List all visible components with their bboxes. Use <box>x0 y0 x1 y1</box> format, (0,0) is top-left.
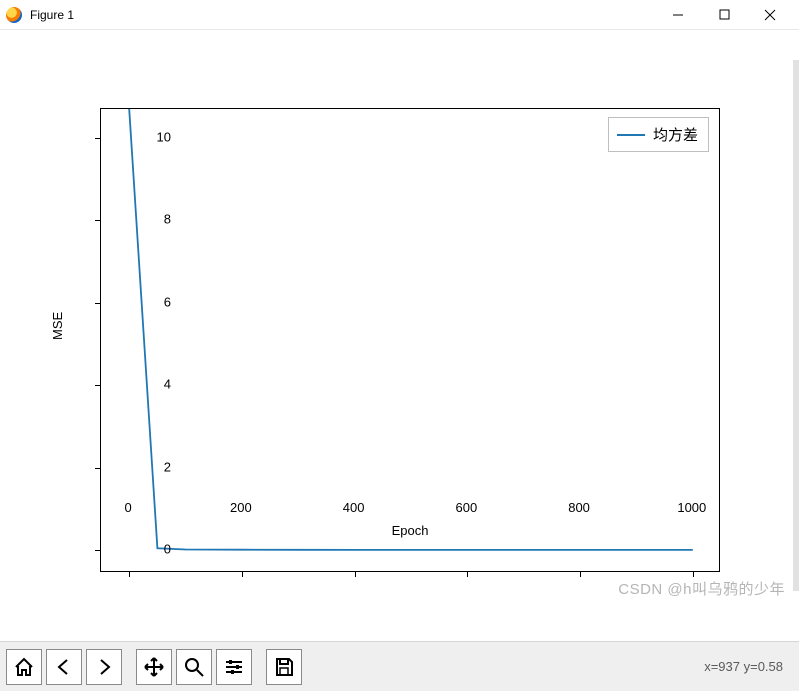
nav-toolbar: x=937 y=0.58 <box>0 641 799 691</box>
save-button[interactable] <box>266 649 302 685</box>
zoom-icon <box>183 656 205 678</box>
y-tick <box>95 220 101 221</box>
y-tick <box>95 385 101 386</box>
close-button[interactable] <box>747 0 793 30</box>
legend-label: 均方差 <box>653 124 698 145</box>
figure-canvas[interactable]: 均方差 MSE Epoch CSDN @h叫乌鸦的少年 0 2 4 6 8 10 0 200 4… <box>0 30 799 641</box>
configure-button[interactable] <box>216 649 252 685</box>
minimize-icon <box>672 9 684 21</box>
legend: 均方差 <box>608 117 709 152</box>
minimize-button[interactable] <box>655 0 701 30</box>
window-title: Figure 1 <box>30 8 74 22</box>
y-tick <box>95 138 101 139</box>
maximize-button[interactable] <box>701 0 747 30</box>
y-tick-label: 4 <box>164 377 171 392</box>
x-tick <box>467 571 468 577</box>
y-tick <box>95 468 101 469</box>
x-tick-label: 600 <box>456 500 478 515</box>
x-tick-label: 800 <box>568 500 590 515</box>
y-tick-label: 10 <box>157 129 171 144</box>
titlebar: Figure 1 <box>0 0 799 30</box>
x-tick-label: 1000 <box>677 500 706 515</box>
y-tick-label: 2 <box>164 459 171 474</box>
save-icon <box>273 656 295 678</box>
y-tick-label: 0 <box>164 542 171 557</box>
y-tick <box>95 303 101 304</box>
x-tick <box>693 571 694 577</box>
y-tick-label: 8 <box>164 212 171 227</box>
plot-axes: 均方差 <box>100 108 720 572</box>
zoom-button[interactable] <box>176 649 212 685</box>
watermark: CSDN @h叫乌鸦的少年 <box>618 578 785 599</box>
plot-svg <box>101 109 721 573</box>
data-line <box>129 109 693 550</box>
pan-button[interactable] <box>136 649 172 685</box>
x-tick-label: 200 <box>230 500 252 515</box>
home-button[interactable] <box>6 649 42 685</box>
x-axis-label: Epoch <box>100 523 720 538</box>
close-icon <box>764 9 776 21</box>
right-edge-shadow <box>793 60 799 591</box>
maximize-icon <box>719 9 730 20</box>
x-tick <box>129 571 130 577</box>
x-tick <box>580 571 581 577</box>
x-tick <box>355 571 356 577</box>
y-tick-label: 6 <box>164 294 171 309</box>
y-axis-label: MSE <box>50 312 65 340</box>
legend-swatch <box>617 134 645 136</box>
arrow-left-icon <box>53 656 75 678</box>
sliders-icon <box>223 656 245 678</box>
window-controls <box>655 0 793 30</box>
app-icon <box>6 7 22 23</box>
arrow-right-icon <box>93 656 115 678</box>
home-icon <box>13 656 35 678</box>
forward-button[interactable] <box>86 649 122 685</box>
y-tick <box>95 550 101 551</box>
x-tick-label: 0 <box>125 500 132 515</box>
x-tick-label: 400 <box>343 500 365 515</box>
back-button[interactable] <box>46 649 82 685</box>
coord-readout: x=937 y=0.58 <box>704 659 793 674</box>
x-tick <box>242 571 243 577</box>
move-icon <box>143 656 165 678</box>
